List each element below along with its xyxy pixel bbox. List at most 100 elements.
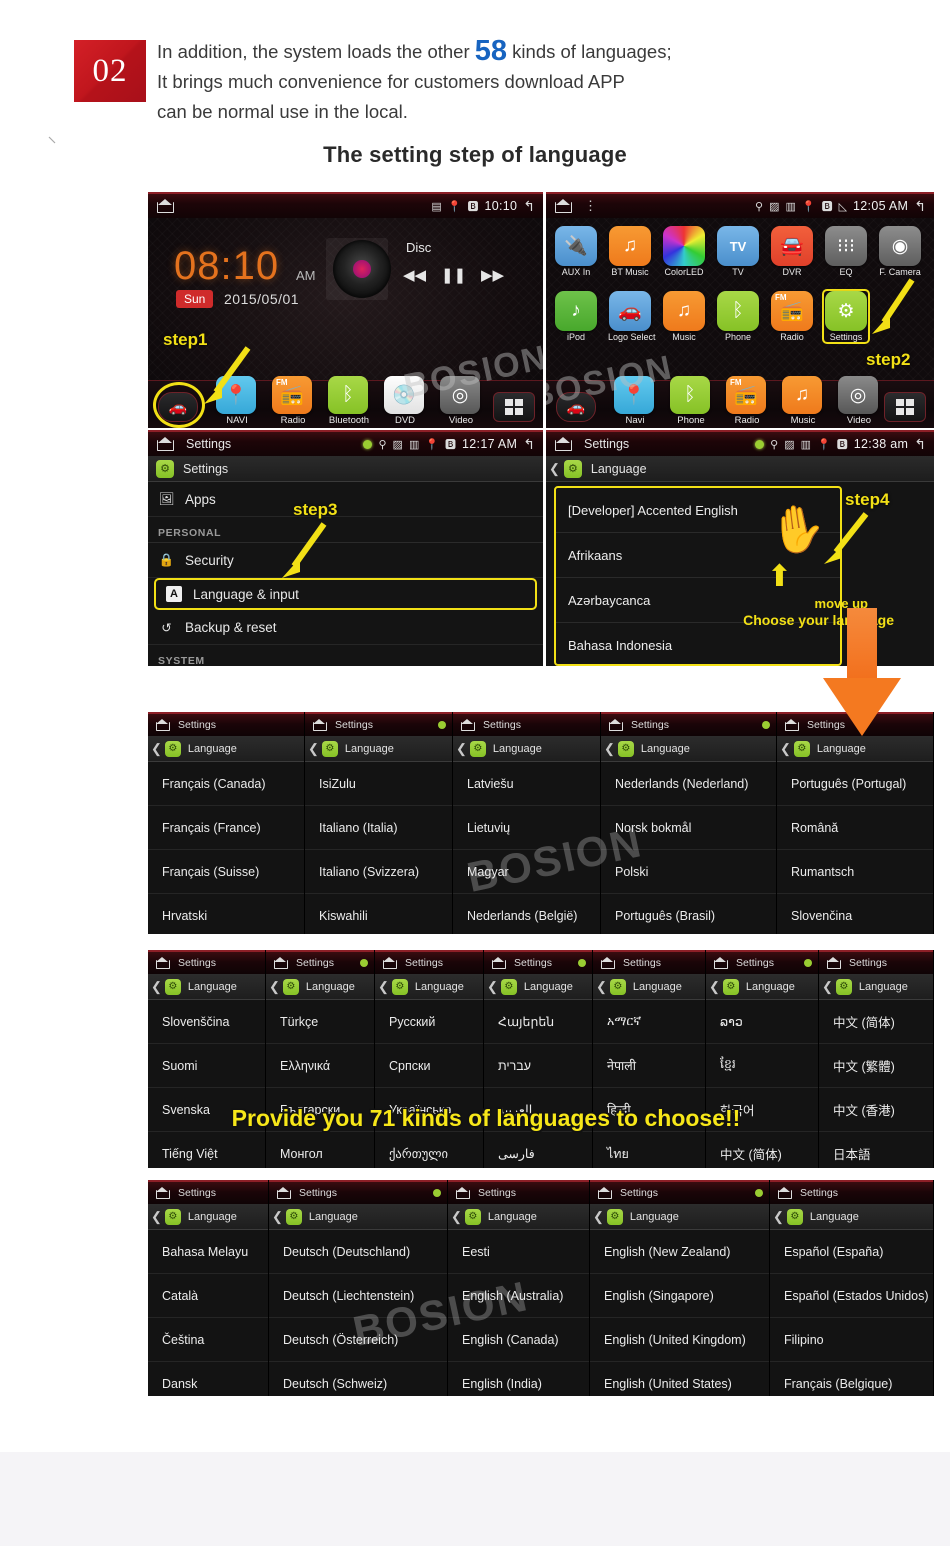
- app-ipod[interactable]: ♪ iPod: [554, 291, 598, 342]
- language-item[interactable]: Hrvatski: [148, 894, 304, 934]
- app-logo-select[interactable]: 🚗 Logo Select: [608, 291, 656, 342]
- language-item[interactable]: Nederlands (België): [453, 894, 600, 934]
- back-chevron-icon[interactable]: ❮: [604, 741, 615, 757]
- back-icon[interactable]: ↰: [523, 436, 535, 453]
- app-radio[interactable]: FM 📻 Radio: [770, 291, 814, 342]
- home-icon[interactable]: [276, 1187, 291, 1199]
- all-apps-button[interactable]: [493, 392, 535, 422]
- language-item[interactable]: Français (Suisse): [148, 850, 304, 894]
- language-item[interactable]: Français (France): [148, 806, 304, 850]
- language-item[interactable]: ខ្មែរ: [706, 1044, 818, 1088]
- home-icon[interactable]: [597, 1187, 612, 1199]
- car-mode-button[interactable]: 🚗: [556, 392, 596, 422]
- language-item[interactable]: Lietuvių: [453, 806, 600, 850]
- dock-item-phone[interactable]: ᛒ Phone: [670, 376, 712, 426]
- language-item[interactable]: Deutsch (Österreich): [269, 1318, 447, 1362]
- home-icon[interactable]: [826, 957, 841, 969]
- back-chevron-icon[interactable]: ❮: [456, 741, 467, 757]
- back-chevron-icon[interactable]: ❮: [773, 1209, 784, 1225]
- language-item[interactable]: ไทย: [593, 1132, 705, 1168]
- back-icon[interactable]: ↰: [914, 198, 926, 215]
- back-chevron-icon[interactable]: ❮: [487, 979, 498, 995]
- language-item[interactable]: Slovenčina: [777, 894, 933, 934]
- language-item[interactable]: नेपाली: [593, 1044, 705, 1088]
- home-icon[interactable]: [382, 957, 397, 969]
- back-chevron-icon[interactable]: ❮: [593, 1209, 604, 1225]
- language-item[interactable]: Eesti: [448, 1230, 589, 1274]
- dock-item-video[interactable]: ◎ Video: [440, 376, 482, 426]
- dock-item-music[interactable]: ♫ Music: [782, 376, 824, 426]
- home-icon[interactable]: [156, 199, 176, 213]
- home-icon[interactable]: [155, 719, 170, 731]
- back-chevron-icon[interactable]: ❮: [272, 1209, 283, 1225]
- app-dvr[interactable]: 🚘 DVR: [770, 226, 814, 277]
- language-item[interactable]: Հայերեն: [484, 1000, 592, 1044]
- back-chevron-icon[interactable]: ❮: [378, 979, 389, 995]
- prev-track-button[interactable]: ◀◀: [403, 266, 426, 284]
- language-item[interactable]: Nederlands (Nederland): [601, 762, 776, 806]
- back-icon[interactable]: ↰: [523, 198, 535, 215]
- home-icon[interactable]: [455, 1187, 470, 1199]
- language-item[interactable]: فارسی: [484, 1132, 592, 1168]
- back-chevron-icon[interactable]: ❮: [451, 1209, 462, 1225]
- language-item[interactable]: Français (Canada): [148, 762, 304, 806]
- language-item[interactable]: Català: [148, 1274, 268, 1318]
- language-item[interactable]: 中文 (香港): [819, 1088, 933, 1132]
- language-item[interactable]: English (Canada): [448, 1318, 589, 1362]
- language-item[interactable]: English (India): [448, 1362, 589, 1396]
- settings-row-apps[interactable]: 🖼 Apps: [148, 482, 543, 517]
- dock-item-dvd[interactable]: 💿 DVD: [384, 376, 426, 426]
- language-item[interactable]: English (United Kingdom): [590, 1318, 769, 1362]
- language-item[interactable]: Norsk bokmål: [601, 806, 776, 850]
- language-item[interactable]: Italiano (Italia): [305, 806, 452, 850]
- language-item[interactable]: English (New Zealand): [590, 1230, 769, 1274]
- language-item[interactable]: Slovenščina: [148, 1000, 265, 1044]
- language-item[interactable]: Latviešu: [453, 762, 600, 806]
- home-icon[interactable]: [312, 719, 327, 731]
- language-item[interactable]: Deutsch (Schweiz): [269, 1362, 447, 1396]
- back-chevron-icon[interactable]: ❮: [151, 1209, 162, 1225]
- home-icon[interactable]: [273, 957, 288, 969]
- next-track-button[interactable]: ▶▶: [481, 266, 504, 284]
- language-item[interactable]: עברית: [484, 1044, 592, 1088]
- home-icon[interactable]: [784, 719, 799, 731]
- back-chevron-icon[interactable]: ❮: [549, 461, 560, 477]
- back-chevron-icon[interactable]: ❮: [596, 979, 607, 995]
- back-chevron-icon[interactable]: ❮: [151, 979, 162, 995]
- language-item[interactable]: Ελληνικά: [266, 1044, 374, 1088]
- language-item[interactable]: Türkçe: [266, 1000, 374, 1044]
- back-chevron-icon[interactable]: ❮: [151, 741, 162, 757]
- language-item[interactable]: English (Singapore): [590, 1274, 769, 1318]
- language-item[interactable]: Italiano (Svizzera): [305, 850, 452, 894]
- language-item[interactable]: Kiswahili: [305, 894, 452, 934]
- language-item[interactable]: 日本語: [819, 1132, 933, 1168]
- back-icon[interactable]: ↰: [914, 436, 926, 453]
- app-front-camera[interactable]: ◉ F. Camera: [878, 226, 922, 277]
- language-item[interactable]: Português (Brasil): [601, 894, 776, 934]
- language-item[interactable]: Русский: [375, 1000, 483, 1044]
- home-icon[interactable]: [600, 957, 615, 969]
- language-item[interactable]: IsiZulu: [305, 762, 452, 806]
- language-item[interactable]: Français (Belgique): [770, 1362, 933, 1396]
- language-item[interactable]: አማርኛ: [593, 1000, 705, 1044]
- language-item[interactable]: English (Australia): [448, 1274, 589, 1318]
- back-chevron-icon[interactable]: ❮: [709, 979, 720, 995]
- language-item[interactable]: 中文 (繁體): [819, 1044, 933, 1088]
- settings-row-backup-reset[interactable]: ↺ Backup & reset: [148, 610, 543, 645]
- home-icon[interactable]: [155, 1187, 170, 1199]
- language-item[interactable]: Magyar: [453, 850, 600, 894]
- app-aux-in[interactable]: 🔌 AUX In: [554, 226, 598, 277]
- app-music[interactable]: ♫ Music: [662, 291, 706, 342]
- home-icon[interactable]: [156, 437, 176, 451]
- app-tv[interactable]: TV TV: [716, 226, 760, 277]
- language-item[interactable]: Suomi: [148, 1044, 265, 1088]
- back-chevron-icon[interactable]: ❮: [822, 979, 833, 995]
- dock-item-radio[interactable]: FM 📻 Radio: [272, 376, 314, 426]
- language-item[interactable]: Filipino: [770, 1318, 933, 1362]
- app-phone[interactable]: ᛒ Phone: [716, 291, 760, 342]
- home-icon[interactable]: [460, 719, 475, 731]
- language-item[interactable]: 中文 (简体): [819, 1000, 933, 1044]
- settings-row-language-input[interactable]: A Language & input: [154, 578, 537, 610]
- language-item[interactable]: Português (Portugal): [777, 762, 933, 806]
- app-bt-music[interactable]: ♫ BT Music: [608, 226, 652, 277]
